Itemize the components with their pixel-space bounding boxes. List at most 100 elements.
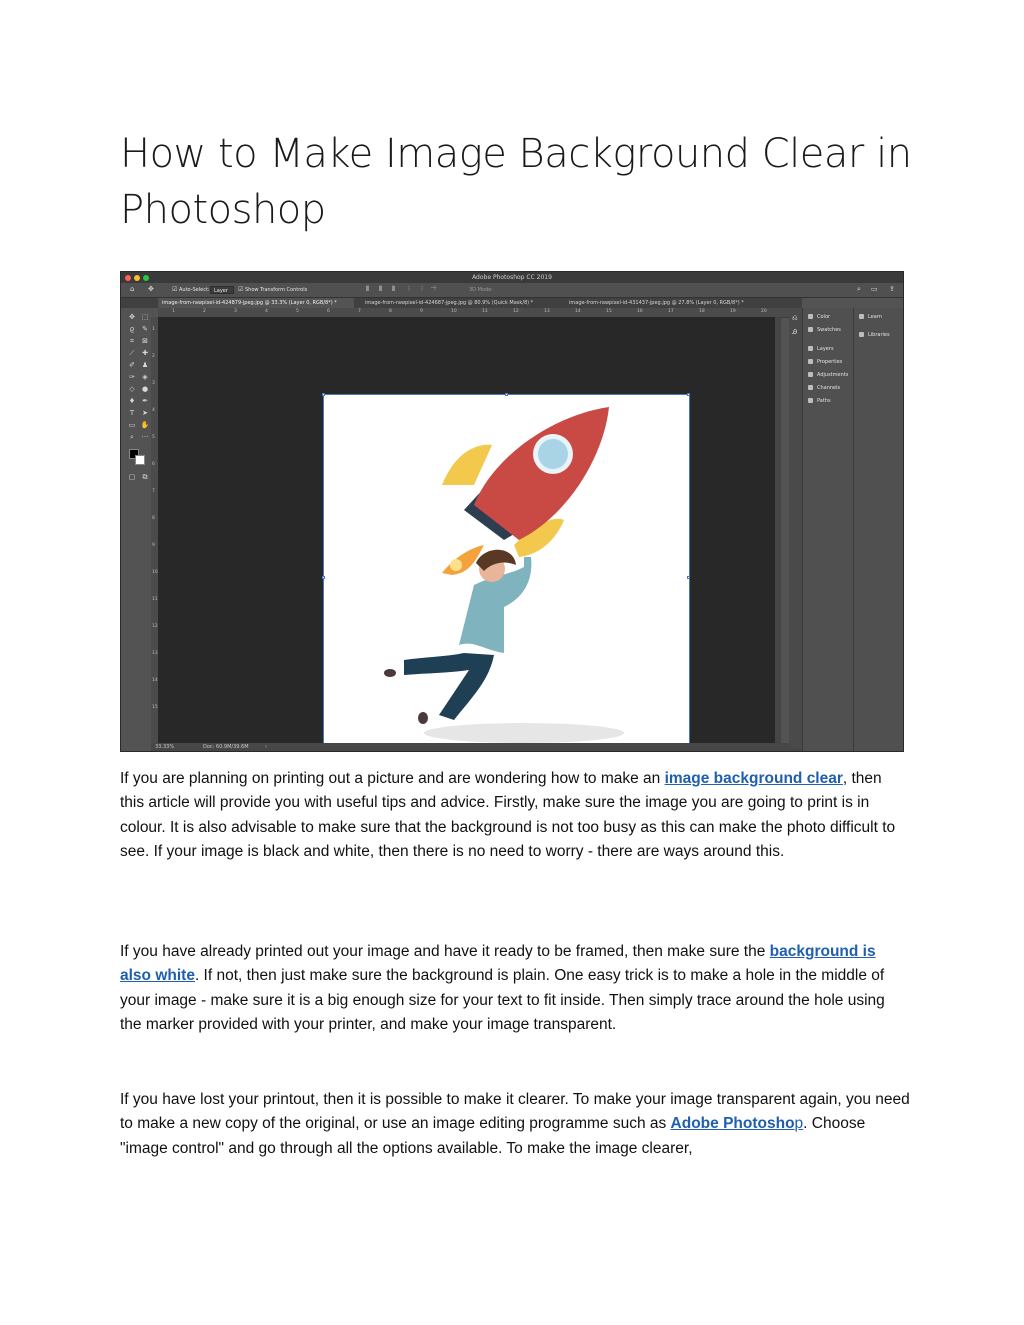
show-transform-checkbox[interactable]: ☑: [238, 286, 243, 294]
healing-tool-icon[interactable]: ✚: [140, 348, 150, 358]
tab-document-2[interactable]: image-from-rawpixel-id-424687-jpeg.jpg @…: [361, 298, 557, 308]
learn-panel-icon: [859, 314, 864, 319]
align-left-icon[interactable]: ⫴: [366, 285, 369, 293]
share-icon[interactable]: ⇪: [889, 285, 895, 293]
marquee-tool-icon[interactable]: ⬚: [140, 312, 150, 322]
align-top-icon[interactable]: ⫶: [408, 285, 410, 293]
layer-select[interactable]: Layer: [210, 286, 234, 294]
canvas-area[interactable]: [158, 317, 775, 751]
ruler-tick-label: 8: [152, 516, 155, 521]
panel-libraries[interactable]: Libraries: [859, 331, 890, 339]
eraser-tool-icon[interactable]: ◈: [140, 372, 150, 382]
tools-panel: ✥ ⬚ ϱ ✎ ⌗ ⊠ ⟋ ✚ ✐ ♟ ✑ ◈ ◇ ● ♦ ✒ T ➤ ▭ ✋ …: [124, 308, 154, 500]
panel-channels[interactable]: Channels: [808, 384, 840, 392]
move-tool-icon[interactable]: ✥: [127, 312, 137, 322]
crop-tool-icon[interactable]: ⌗: [127, 336, 137, 346]
panel-swatches[interactable]: Swatches: [808, 326, 841, 334]
panel-learn[interactable]: Learn: [859, 313, 882, 321]
rocket-illustration: [384, 407, 624, 743]
panel-label: Channels: [817, 385, 841, 391]
ruler-tick-label: 10: [451, 309, 457, 314]
zoom-tool-icon[interactable]: ⌕: [127, 432, 137, 442]
blur-tool-icon[interactable]: ●: [140, 384, 150, 394]
show-transform-label: Show Transform Controls: [245, 287, 308, 293]
ruler-tick-label: 17: [668, 309, 674, 314]
path-select-tool-icon[interactable]: ➤: [140, 408, 150, 418]
properties-panel-icon: [808, 359, 813, 364]
swatches-panel-icon: [808, 327, 813, 332]
brush-tool-icon[interactable]: ✐: [127, 360, 137, 370]
document-canvas[interactable]: [322, 393, 690, 751]
auto-select-checkbox[interactable]: ☑: [172, 286, 177, 294]
move-tool-icon[interactable]: ✥: [148, 285, 154, 293]
ruler-tick-label: 5: [296, 309, 299, 314]
paragraph-2: If you have already printed out your ima…: [120, 940, 910, 1037]
search-icon[interactable]: ⌕: [857, 285, 861, 293]
rocket-window: [538, 439, 568, 469]
rocket-flame-core: [450, 559, 462, 571]
panel-color[interactable]: Color: [808, 313, 830, 321]
shape-tool-icon[interactable]: ▭: [127, 420, 137, 430]
rocket-fin-top: [442, 444, 492, 485]
workspace-icon[interactable]: ▭: [871, 285, 878, 293]
panel-properties[interactable]: Properties: [808, 358, 842, 366]
3d-mode-label: 3D Mode:: [469, 287, 493, 293]
ruler-tick-label: 7: [152, 489, 155, 494]
options-bar: ⌂ ✥ ☑ Auto-Select: Layer ☑ Show Transfor…: [121, 283, 903, 298]
status-menu-icon[interactable]: ›: [265, 744, 267, 751]
panel-label: Adjustments: [817, 372, 849, 378]
history-panel-icon[interactable]: ⎌: [792, 314, 798, 322]
color-panel-icon: [808, 314, 813, 319]
align-right-icon[interactable]: ⫴: [392, 285, 395, 293]
adjustments-panel-icon: [808, 372, 813, 377]
tab-document-3[interactable]: image-from-rawpixel-id-431437-jpeg.jpg @…: [565, 298, 765, 308]
align-center-icon[interactable]: ⫴: [379, 285, 382, 293]
history-brush-tool-icon[interactable]: ✑: [127, 372, 137, 382]
panel-paths[interactable]: Paths: [808, 397, 831, 405]
person-shoe-right: [418, 712, 428, 724]
character-panel-icon[interactable]: Ꭿ: [792, 328, 797, 336]
rocket-body: [474, 407, 609, 540]
stamp-tool-icon[interactable]: ♟: [140, 360, 150, 370]
tab-document-1[interactable]: image-from-rawpixel-id-424879-jpeg.jpg @…: [158, 298, 354, 308]
ruler-tick-label: 18: [699, 309, 705, 314]
eyedropper-tool-icon[interactable]: ⟋: [127, 348, 137, 358]
lasso-tool-icon[interactable]: ϱ: [127, 324, 137, 334]
type-tool-icon[interactable]: T: [127, 408, 137, 418]
ruler-tick-label: 13: [544, 309, 550, 314]
ruler-tick-label: 9: [420, 309, 423, 314]
transform-handle[interactable]: [322, 393, 325, 396]
panel-layers[interactable]: Layers: [808, 345, 834, 353]
right-panels: Color Swatches Layers Properties Adjustm…: [802, 308, 903, 751]
vertical-scrollbar[interactable]: [775, 317, 781, 743]
screen-mode-icon[interactable]: ⧉: [140, 472, 150, 482]
pen-tool-icon[interactable]: ✒: [140, 396, 150, 406]
panel-label: Properties: [817, 359, 843, 365]
frame-tool-icon[interactable]: ⊠: [140, 336, 150, 346]
more-tools-icon[interactable]: ···: [140, 432, 150, 442]
link-text: Adobe Photosho: [670, 1115, 795, 1133]
dodge-tool-icon[interactable]: ♦: [127, 396, 137, 406]
transform-handle[interactable]: [687, 576, 690, 579]
gradient-tool-icon[interactable]: ◇: [127, 384, 137, 394]
panel-label: Paths: [817, 398, 831, 404]
background-color-swatch[interactable]: [135, 455, 145, 465]
adobe-photoshop-link[interactable]: Adobe Photoshop: [671, 1115, 804, 1132]
quick-select-tool-icon[interactable]: ✎: [140, 324, 150, 334]
transform-handle[interactable]: [687, 393, 690, 396]
image-background-clear-link[interactable]: image background clear: [665, 770, 843, 787]
quick-mask-icon[interactable]: ▢: [127, 472, 137, 482]
more-options-icon[interactable]: ···: [431, 285, 437, 293]
paths-panel-icon: [808, 398, 813, 403]
ruler-tick-label: 3: [234, 309, 237, 314]
panel-adjustments[interactable]: Adjustments: [808, 371, 848, 379]
page-title: How to Make Image Background Clear in Ph…: [120, 131, 912, 233]
home-icon[interactable]: ⌂: [130, 285, 134, 293]
zoom-level[interactable]: 33.33%: [155, 744, 174, 751]
hand-tool-icon[interactable]: ✋: [140, 420, 150, 430]
status-bar: 33.33% Doc: 60.9M/39.6M ›: [151, 743, 802, 751]
align-middle-icon[interactable]: ⫶: [421, 285, 423, 293]
transform-handle[interactable]: [322, 576, 325, 579]
transform-handle[interactable]: [505, 393, 508, 396]
ruler-tick-label: 14: [575, 309, 581, 314]
